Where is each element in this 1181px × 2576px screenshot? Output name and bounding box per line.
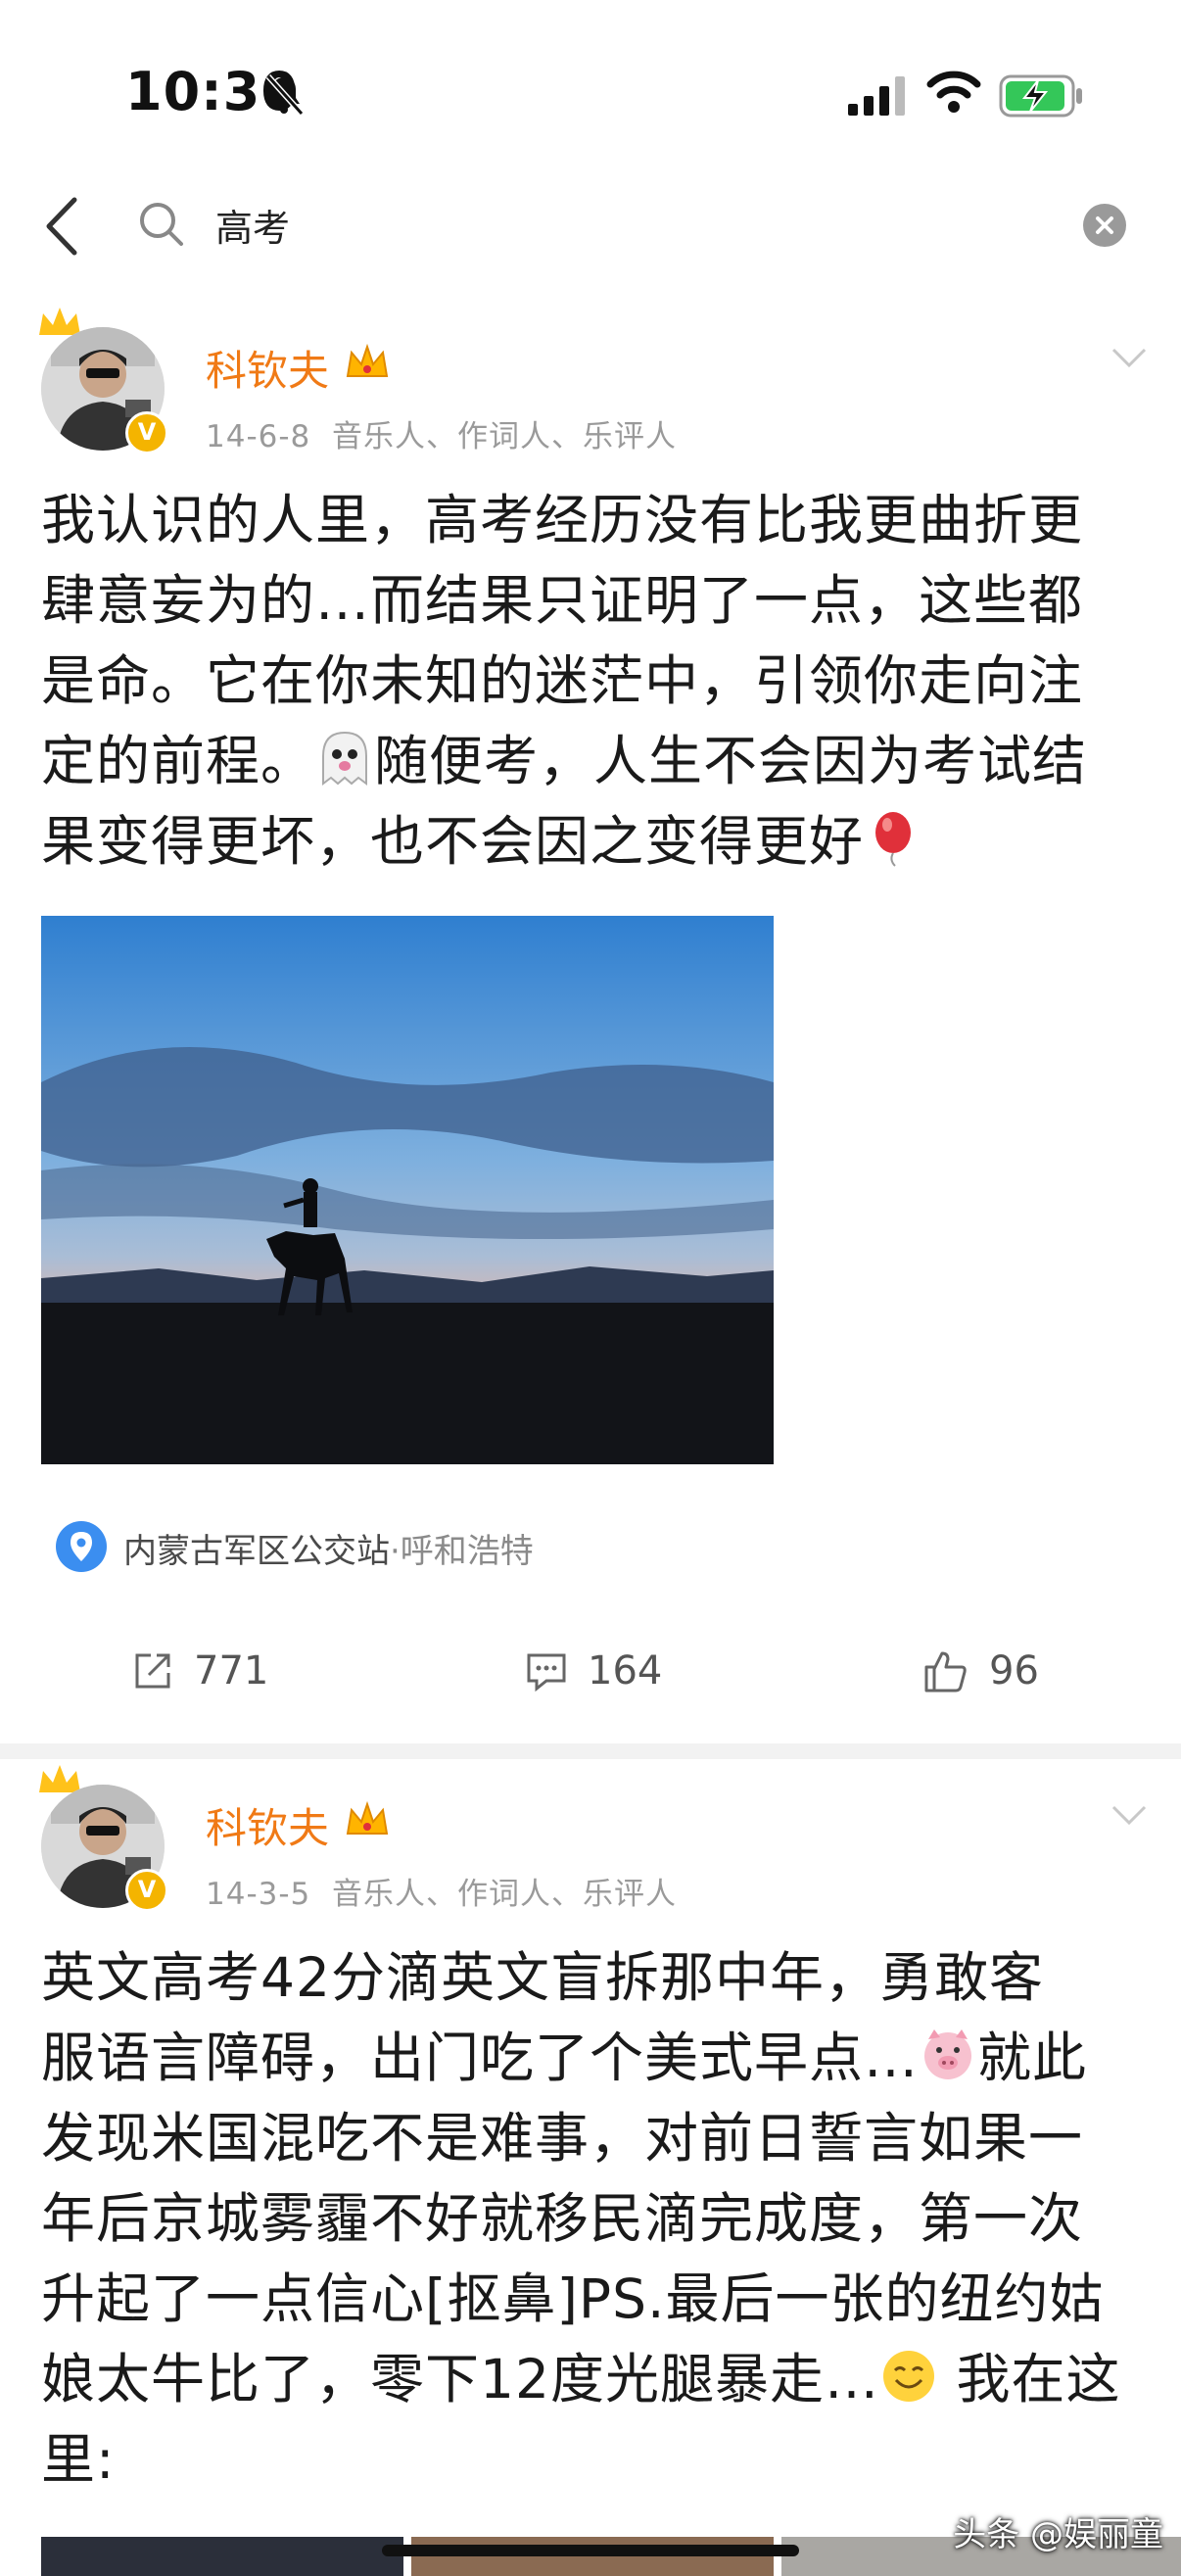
post-text-line: 娘太牛比了，零下12度光腿暴走… xyxy=(41,2348,879,2410)
repost-button[interactable]: 771 xyxy=(131,1642,268,1700)
post-text-line: 年后京城雾霾不好就移民滴完成度，第一次 xyxy=(41,2187,1084,2250)
search-icon xyxy=(140,203,183,246)
signal-icon xyxy=(848,76,905,116)
post-text-line: 定的前程。 xyxy=(41,730,316,792)
location-tag[interactable]: 内蒙古军区公交站·呼和浩特 xyxy=(55,1520,534,1575)
verified-badge: V xyxy=(125,1869,168,1912)
post-meta: 14-3-5 音乐人、作词人、乐评人 xyxy=(206,1869,677,1913)
repost-count: 771 xyxy=(194,1648,269,1693)
crown-badge-icon xyxy=(346,343,389,377)
smile-emoji-icon xyxy=(883,2351,934,2402)
comment-button[interactable]: 164 xyxy=(525,1642,662,1700)
post-text-line: 英文高考42分滴英文盲拆那中年，勇敢客 xyxy=(41,1946,1044,2009)
pig-emoji-icon xyxy=(924,2029,972,2079)
post-text: 英文高考42分滴英文盲拆那中年，勇敢客 服语言障碍，出门吃了个美式早点… 就此 … xyxy=(41,1937,1167,2500)
location-place: 内蒙古军区公交站 xyxy=(123,1532,390,1571)
post-meta: 14-6-8 音乐人、作词人、乐评人 xyxy=(206,411,677,455)
like-icon xyxy=(924,1651,967,1693)
repost-icon xyxy=(135,1653,170,1689)
post-text-line: 升起了一点信心[抠鼻]PS.最后一张的纽约姑 xyxy=(41,2267,1105,2330)
post-image[interactable] xyxy=(41,916,774,1464)
post-divider xyxy=(0,1743,1181,1759)
clear-button[interactable] xyxy=(1083,204,1126,247)
search-input[interactable]: 高考 xyxy=(215,198,290,252)
post-text-line: 肆意妄为的…而结果只证明了一点，这些都 xyxy=(41,569,1084,632)
like-button[interactable]: 96 xyxy=(922,1642,1039,1700)
post-text-line: 果变得更坏，也不会因之变得更好 xyxy=(41,810,865,873)
location-text: 内蒙古军区公交站·呼和浩特 xyxy=(123,1524,534,1572)
post-roles: 音乐人、作词人、乐评人 xyxy=(331,1877,677,1912)
comment-count: 164 xyxy=(588,1648,663,1693)
post-text-line: 是命。它在你未知的迷茫中，引领你走向注 xyxy=(41,649,1084,712)
post-text-line: 随便考，人生不会因为考试结 xyxy=(374,730,1088,792)
username[interactable]: 科钦夫 xyxy=(206,338,329,398)
post-date: 14-6-8 xyxy=(206,419,311,454)
clear-icon xyxy=(1096,216,1113,234)
horse-rider-photo xyxy=(41,916,774,1464)
post-text-line: 我认识的人里，高考经历没有比我更曲折更 xyxy=(41,489,1084,551)
back-icon[interactable] xyxy=(39,192,88,261)
post-date: 14-3-5 xyxy=(206,1877,311,1912)
like-count: 96 xyxy=(989,1648,1039,1693)
chevron-down-icon[interactable] xyxy=(1110,346,1148,369)
battery-charging-icon xyxy=(999,74,1082,118)
watermark: 头条 @娱丽童 xyxy=(953,2515,1163,2554)
wifi-icon xyxy=(926,71,981,113)
location-city: ·呼和浩特 xyxy=(390,1532,534,1571)
verified-badge: V xyxy=(125,411,168,454)
bell-slash-icon xyxy=(265,73,305,116)
post-image-thumbnail[interactable] xyxy=(41,2537,403,2576)
post-text-line: 发现米国混吃不是难事，对前日誓言如果一 xyxy=(41,2107,1084,2170)
post-text-line: 就此 xyxy=(977,2027,1088,2089)
post-image-thumbnail[interactable] xyxy=(411,2537,774,2576)
crown-badge-icon xyxy=(346,1800,389,1835)
post-text-line: 服语言障碍，出门吃了个美式早点… xyxy=(41,2027,920,2089)
post-text-line: 我在这 xyxy=(938,2348,1121,2410)
balloon-emoji-icon xyxy=(875,812,912,867)
post-text: 我认识的人里，高考经历没有比我更曲折更 肆意妄为的…而结果只证明了一点，这些都 … xyxy=(41,480,1167,882)
username[interactable]: 科钦夫 xyxy=(206,1795,329,1855)
comment-icon xyxy=(527,1653,566,1693)
chevron-down-icon[interactable] xyxy=(1110,1803,1148,1827)
post-roles: 音乐人、作词人、乐评人 xyxy=(331,419,677,454)
location-pin-icon xyxy=(56,1521,107,1572)
home-indicator xyxy=(382,2545,799,2556)
post-text-line: 里: xyxy=(41,2428,116,2491)
ghost-emoji-icon xyxy=(322,731,368,786)
